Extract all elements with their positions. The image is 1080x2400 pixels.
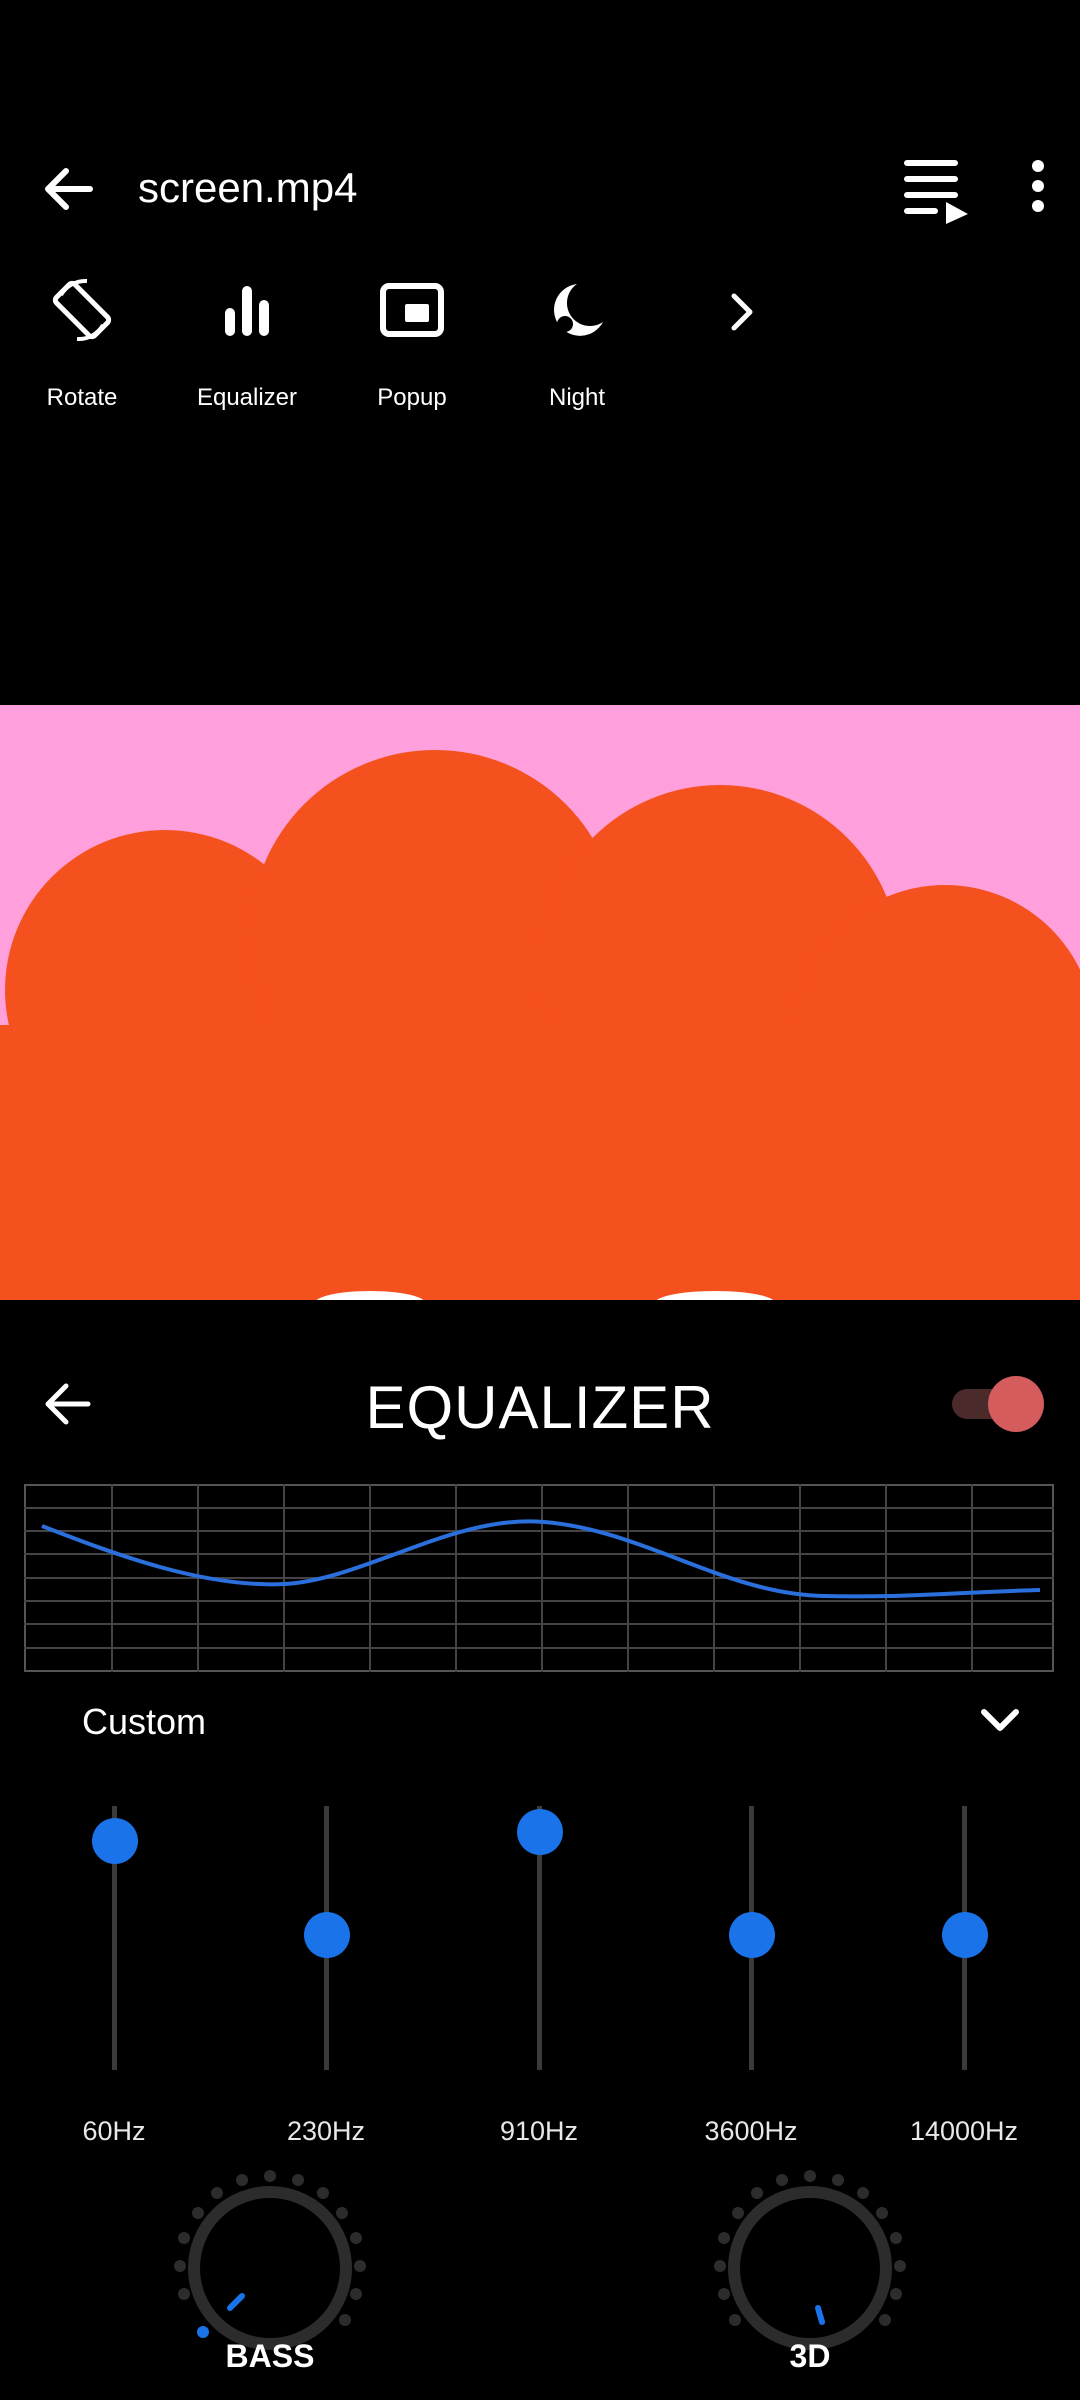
bass-label: BASS (225, 2338, 315, 2374)
equalizer-icon (165, 270, 329, 350)
night-label: Night (548, 384, 606, 411)
chevron-right-icon[interactable] (716, 286, 768, 338)
popup-label: Popup (377, 384, 447, 411)
toggle-thumb (988, 1376, 1044, 1432)
night-button[interactable]: Night (495, 270, 659, 412)
equalizer-title: EQUALIZER (365, 1374, 715, 1441)
preset-label[interactable]: Custom (82, 1696, 206, 1748)
eq-curve-graph (24, 1484, 1054, 1672)
popup-icon (330, 270, 494, 350)
slider-thumb[interactable] (517, 1808, 563, 1855)
band-label-3600hz: 3600Hz (704, 2116, 798, 2146)
band-slider-60hz[interactable] (64, 1800, 164, 2080)
band-label-60hz: 60Hz (82, 2116, 146, 2146)
band-label-14000hz: 14000Hz (909, 2116, 1019, 2146)
chevron-down-icon[interactable] (972, 1696, 1028, 1748)
band-slider-910hz[interactable] (489, 1800, 589, 2080)
back-arrow-icon[interactable] (38, 158, 100, 220)
band-label-910hz: 910Hz (499, 2116, 579, 2146)
rotate-icon (0, 270, 164, 350)
popup-button[interactable]: Popup (330, 270, 494, 412)
rotate-button[interactable]: Rotate (0, 270, 164, 412)
playlist-icon[interactable] (900, 158, 972, 224)
equalizer-label: Equalizer (196, 384, 298, 411)
more-options-icon[interactable] (1016, 158, 1060, 220)
3d-label: 3D (789, 2338, 831, 2374)
band-slider-14000hz[interactable] (914, 1800, 1014, 2080)
band-label-230hz: 230Hz (286, 2116, 366, 2146)
equalizer-toggle[interactable] (952, 1374, 1044, 1434)
video-frame[interactable] (0, 705, 1080, 1300)
night-icon (495, 270, 659, 350)
slider-thumb[interactable] (942, 1912, 988, 1958)
rotate-label: Rotate (46, 384, 118, 411)
slider-thumb[interactable] (729, 1912, 775, 1958)
video-title: screen.mp4 (138, 164, 358, 211)
slider-thumb[interactable] (304, 1912, 350, 1958)
band-slider-230hz[interactable] (276, 1800, 376, 2080)
slider-thumb[interactable] (92, 1817, 138, 1864)
band-slider-3600hz[interactable] (701, 1800, 801, 2080)
equalizer-button[interactable]: Equalizer (165, 270, 329, 412)
